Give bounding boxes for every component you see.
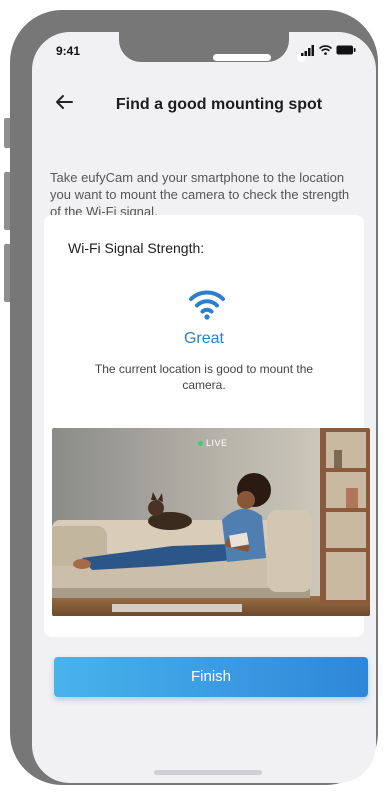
live-label: LIVE xyxy=(206,438,228,448)
signal-strength-value: Great xyxy=(183,330,224,347)
intro-text: Take eufyCam and your smartphone to the … xyxy=(50,170,350,219)
cellular-signal-icon xyxy=(301,44,314,56)
status-time: 9:41 xyxy=(56,44,81,58)
notch-speaker xyxy=(213,54,271,61)
home-indicator xyxy=(154,770,262,775)
finish-button[interactable]: Finish xyxy=(54,657,368,697)
signal-description: The current location is good to mount th… xyxy=(94,362,314,392)
live-badge: LIVE xyxy=(198,438,228,448)
page-title: Find a good mounting spot xyxy=(115,96,323,113)
phone-frame: 9:41 Find a good mounting spot Take eufy… xyxy=(10,10,378,785)
signal-strength-label: Wi-Fi Signal Strength: xyxy=(68,240,205,256)
live-indicator-dot xyxy=(198,440,203,446)
battery-icon xyxy=(336,45,356,55)
camera-live-view: LIVE xyxy=(52,428,370,616)
phone-screen: 9:41 Find a good mounting spot Take eufy… xyxy=(32,32,376,783)
camera-preview-image xyxy=(52,428,370,616)
status-icons xyxy=(301,43,356,57)
phone-notch xyxy=(119,32,306,62)
wifi-status-icon xyxy=(319,45,332,55)
signal-card: Wi-Fi Signal Strength: Great The current… xyxy=(44,215,370,637)
wifi-signal-icon xyxy=(189,290,225,320)
